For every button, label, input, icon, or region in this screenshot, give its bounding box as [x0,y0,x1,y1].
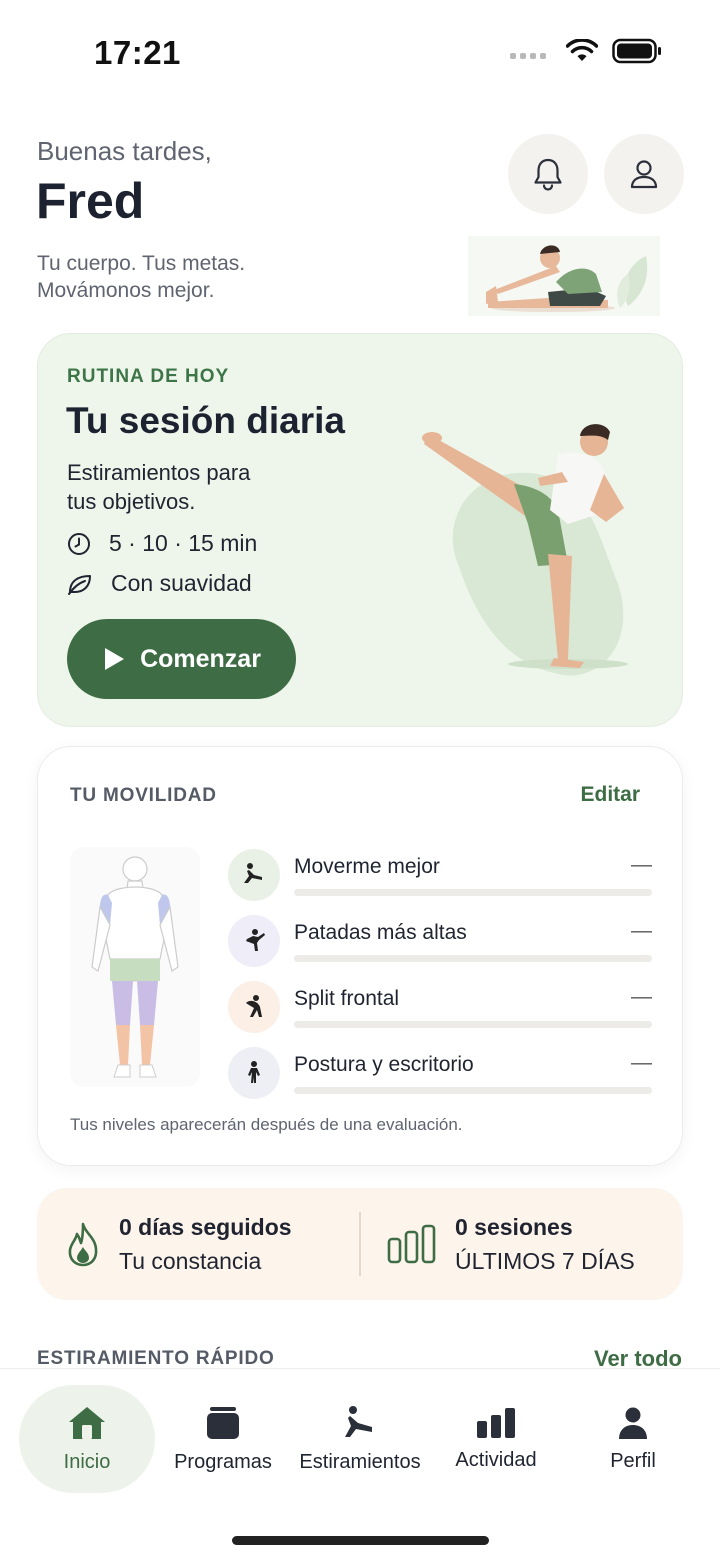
routine-description: Estiramientos para tus objetivos. [67,460,251,514]
posture-icon [228,1047,280,1099]
bell-icon [534,158,562,191]
user-name: Fred [36,173,145,229]
wifi-icon [566,39,598,61]
nav-label: Programas [174,1450,272,1473]
sessions-text: 0 sesiones ÚLTIMOS 7 DÍAS [455,1210,635,1278]
quick-stretch-title: ESTIRAMIENTO RÁPIDO [37,1348,275,1369]
routine-eyebrow: RUTINA DE HOY [67,366,230,387]
sessions-value: 0 sesiones [455,1214,573,1240]
leaf-icon [68,574,91,595]
goal-row[interactable]: Split frontal — [228,981,652,1037]
streak-stat: 0 días seguidos Tu constancia [65,1210,292,1278]
tagline: Tu cuerpo. Tus metas. Movámonos mejor. [37,252,246,302]
bottom-nav: Inicio Programas Estiramientos Actividad… [0,1368,720,1562]
stretch-icon [228,981,280,1033]
mobility-card: TU MOVILIDAD Editar Moverme mejor — Pata… [37,746,683,1166]
nav-item-estiramientos[interactable]: Estiramientos [292,1385,428,1493]
status-bar: 17:21 [0,0,720,100]
goal-progress-track [294,1087,652,1094]
nav-label: Actividad [455,1448,537,1471]
streak-value: 0 días seguidos [119,1214,292,1240]
duration-text: 5 · 10 · 15 min [109,530,258,556]
intensity-text: Con suavidad [111,570,252,596]
goal-label: Moverme mejor [294,855,440,878]
goal-progress-track [294,1021,652,1028]
nav-label: Perfil [610,1449,656,1472]
body-map-figure [70,847,200,1087]
nav-item-programas[interactable]: Programas [155,1385,291,1493]
seated-stretch-illustration [468,236,660,316]
goal-row[interactable]: Moverme mejor — [228,849,652,905]
home-icon [69,1406,105,1439]
profile-button[interactable] [604,134,684,214]
programs-icon [207,1406,239,1439]
lunge-icon [228,849,280,901]
mobility-edit-button[interactable]: Editar [580,783,640,807]
battery-icon [612,38,661,64]
goal-progress-track [294,889,652,896]
goal-row[interactable]: Postura y escritorio — [228,1047,652,1103]
stats-strip[interactable]: 0 días seguidos Tu constancia 0 sesiones… [37,1188,683,1300]
bar-chart-icon [387,1224,436,1264]
sessions-stat: 0 sesiones ÚLTIMOS 7 DÍAS [387,1210,635,1278]
play-icon [105,648,125,670]
status-icons [510,38,662,64]
kick-stretch-illustration [422,424,628,676]
daily-routine-card[interactable]: RUTINA DE HOY Tu sesión diaria Estiramie… [37,333,683,727]
nav-item-inicio[interactable]: Inicio [19,1385,155,1493]
cellular-signal-icon [510,53,546,59]
goal-label: Patadas más altas [294,921,467,944]
goal-value: — [631,853,652,876]
goal-value: — [631,919,652,942]
greeting-text: Buenas tardes, [37,136,212,166]
clock-icon [68,532,90,555]
intensity-row: Con suavidad [67,570,252,597]
nav-item-actividad[interactable]: Actividad [428,1385,564,1493]
goal-label: Postura y escritorio [294,1053,474,1076]
goal-row[interactable]: Patadas más altas — [228,915,652,971]
mobility-note: Tus niveles aparecerán después de una ev… [70,1115,463,1134]
streak-text: 0 días seguidos Tu constancia [119,1210,292,1278]
routine-title: Tu sesión diaria [66,400,345,441]
kick-icon [228,915,280,967]
nav-item-perfil[interactable]: Perfil [565,1385,701,1493]
stretch-icon [345,1405,372,1437]
nav-label: Inicio [63,1450,111,1473]
status-time: 17:21 [94,34,181,71]
sessions-caption: ÚLTIMOS 7 DÍAS [455,1248,635,1274]
start-button[interactable]: Comenzar [67,619,296,699]
goal-value: — [631,1051,652,1074]
home-indicator [232,1536,489,1545]
duration-row: 5 · 10 · 15 min [67,530,257,557]
user-icon [630,160,658,189]
stats-divider [359,1212,361,1276]
mobility-title: TU MOVILIDAD [70,785,217,806]
flame-icon [68,1222,98,1267]
start-button-label: Comenzar [140,644,261,673]
goal-label: Split frontal [294,987,400,1010]
nav-label: Estiramientos [299,1450,421,1473]
goal-progress-track [294,955,652,962]
streak-caption: Tu constancia [119,1248,262,1274]
goal-value: — [631,985,652,1008]
activity-icon [477,1407,515,1438]
notifications-button[interactable] [508,134,588,214]
profile-icon [619,1407,647,1439]
